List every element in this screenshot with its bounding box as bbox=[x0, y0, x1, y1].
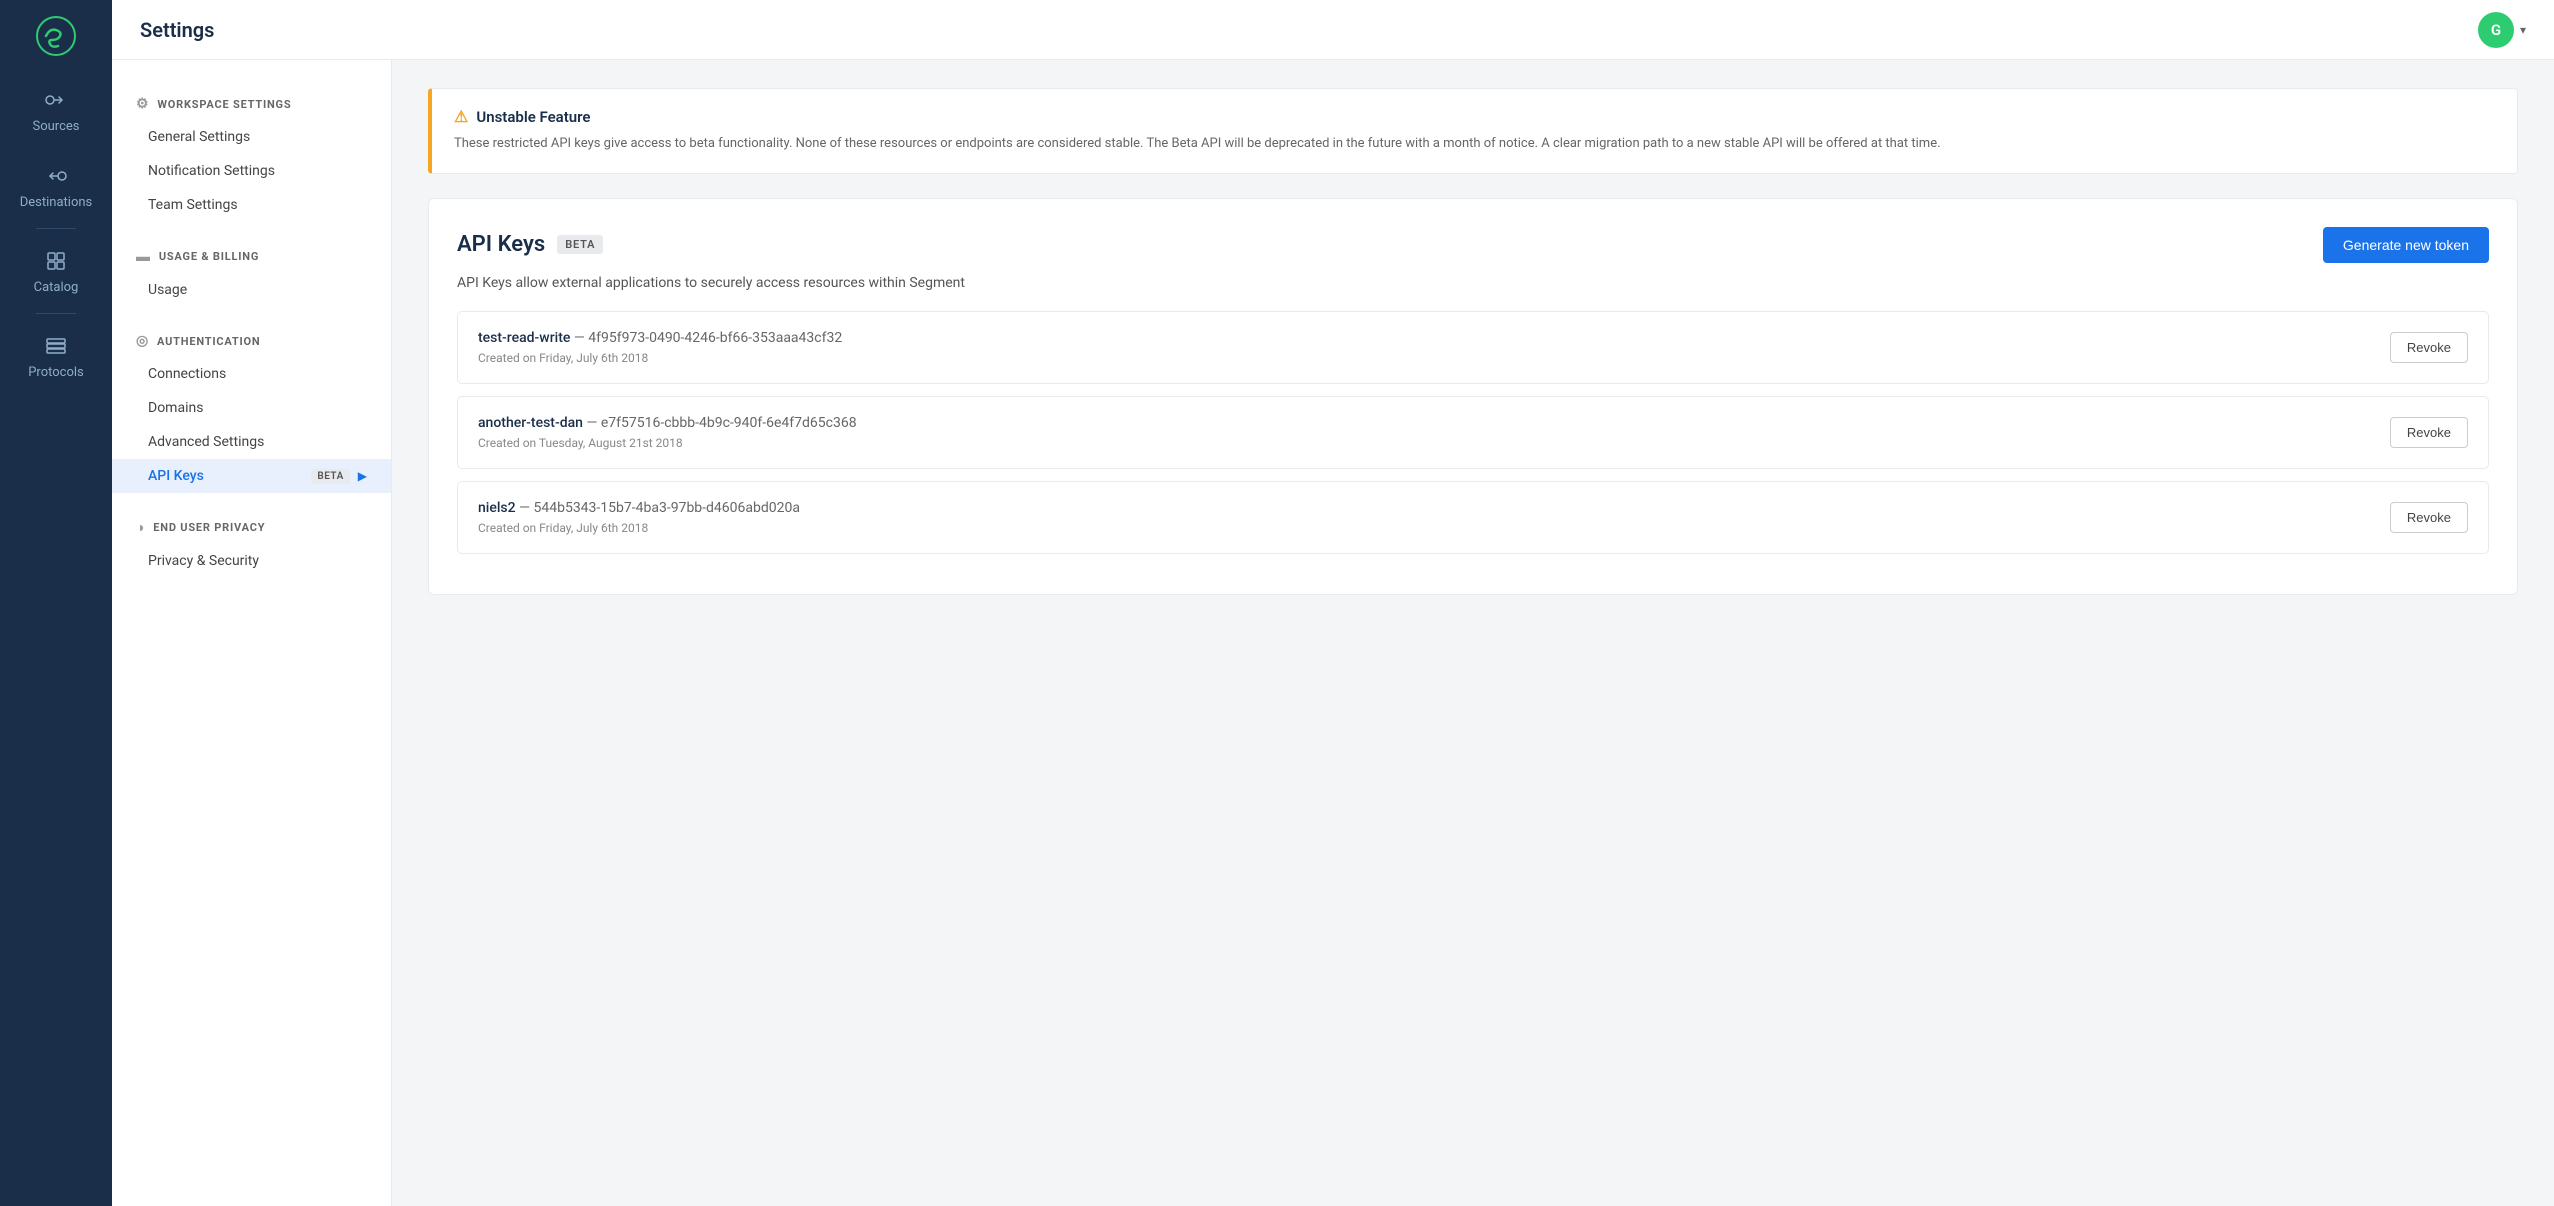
api-keys-title-group: API Keys BETA bbox=[457, 232, 603, 257]
authentication-header: ◎ AUTHENTICATION bbox=[112, 325, 391, 357]
app-logo[interactable] bbox=[0, 0, 112, 72]
api-key-id-2: — e7f57516-cbbb-4b9c-940f-6e4f7d65c368 bbox=[586, 415, 856, 431]
top-header: Settings G ▾ bbox=[112, 0, 2554, 60]
nav-divider-1 bbox=[36, 228, 76, 229]
api-keys-title: API Keys bbox=[457, 232, 545, 257]
sidebar-item-notification-settings[interactable]: Notification Settings bbox=[112, 154, 391, 188]
revoke-button-1[interactable]: Revoke bbox=[2390, 332, 2468, 363]
api-keys-card-beta-badge: BETA bbox=[557, 235, 603, 254]
protocols-icon bbox=[42, 332, 70, 360]
api-key-row-3: niels2 — 544b5343-15b7-4ba3-97bb-d4606ab… bbox=[457, 481, 2489, 554]
sources-icon bbox=[42, 86, 70, 114]
api-key-date-3: Created on Friday, July 6th 2018 bbox=[478, 521, 800, 535]
api-key-date-2: Created on Tuesday, August 21st 2018 bbox=[478, 436, 857, 450]
warning-text: These restricted API keys give access to… bbox=[454, 134, 2495, 155]
user-menu-chevron[interactable]: ▾ bbox=[2520, 23, 2526, 37]
unstable-feature-banner: ⚠ Unstable Feature These restricted API … bbox=[428, 88, 2518, 174]
revoke-button-3[interactable]: Revoke bbox=[2390, 502, 2468, 533]
sources-label: Sources bbox=[33, 119, 80, 134]
warning-triangle-icon: ⚠ bbox=[454, 107, 468, 126]
settings-sidebar: ⚙ WORKSPACE SETTINGS General Settings No… bbox=[112, 60, 392, 1206]
workspace-settings-header: ⚙ WORKSPACE SETTINGS bbox=[112, 88, 391, 120]
shield-icon: ◎ bbox=[136, 333, 149, 349]
nav-divider-2 bbox=[36, 313, 76, 314]
sidebar-item-domains[interactable]: Domains bbox=[112, 391, 391, 425]
catalog-label: Catalog bbox=[34, 280, 79, 295]
privacy-shield-icon: ◑ bbox=[136, 519, 145, 536]
credit-card-icon: ▬ bbox=[136, 248, 151, 265]
api-key-info-2: another-test-dan — e7f57516-cbbb-4b9c-94… bbox=[478, 415, 857, 450]
sidebar-item-advanced-settings[interactable]: Advanced Settings bbox=[112, 425, 391, 459]
api-key-id-3: — 544b5343-15b7-4ba3-97bb-d4606abd020a bbox=[519, 500, 800, 516]
destinations-label: Destinations bbox=[20, 195, 93, 210]
sidebar-item-connections[interactable]: Connections bbox=[112, 357, 391, 391]
protocols-label: Protocols bbox=[28, 365, 84, 380]
sidebar-item-privacy-security[interactable]: Privacy & Security bbox=[112, 544, 391, 578]
sidebar-item-protocols[interactable]: Protocols bbox=[0, 318, 112, 394]
api-keys-card: API Keys BETA Generate new token API Key… bbox=[428, 198, 2518, 595]
gear-icon: ⚙ bbox=[136, 96, 149, 112]
api-key-row-2: another-test-dan — e7f57516-cbbb-4b9c-94… bbox=[457, 396, 2489, 469]
catalog-icon bbox=[42, 247, 70, 275]
main-area: Settings G ▾ ⚙ WORKSPACE SETTINGS Genera… bbox=[112, 0, 2554, 1206]
api-key-date-1: Created on Friday, July 6th 2018 bbox=[478, 351, 842, 365]
sidebar-item-sources[interactable]: Sources bbox=[0, 72, 112, 148]
api-key-info-3: niels2 — 544b5343-15b7-4ba3-97bb-d4606ab… bbox=[478, 500, 800, 535]
user-avatar[interactable]: G bbox=[2478, 12, 2514, 48]
sidebar-item-usage[interactable]: Usage bbox=[112, 273, 391, 307]
api-keys-beta-badge: BETA bbox=[311, 469, 349, 484]
api-key-name-1: test-read-write — 4f95f973-0490-4246-bf6… bbox=[478, 330, 842, 346]
end-user-privacy-header: ◑ END USER PRIVACY bbox=[112, 511, 391, 544]
active-arrow-icon: ▶ bbox=[358, 469, 367, 483]
left-navigation: Sources Destinations Catalog bbox=[0, 0, 112, 1206]
sidebar-item-general-settings[interactable]: General Settings bbox=[112, 120, 391, 154]
page-title: Settings bbox=[140, 18, 214, 42]
api-keys-description: API Keys allow external applications to … bbox=[457, 275, 2489, 291]
usage-billing-header: ▬ USAGE & BILLING bbox=[112, 240, 391, 273]
sidebar-item-api-keys[interactable]: API Keys BETA ▶ bbox=[112, 459, 391, 493]
warning-title: ⚠ Unstable Feature bbox=[454, 107, 2495, 126]
sidebar-item-destinations[interactable]: Destinations bbox=[0, 148, 112, 224]
content-area: ⚙ WORKSPACE SETTINGS General Settings No… bbox=[112, 60, 2554, 1206]
main-content: ⚠ Unstable Feature These restricted API … bbox=[392, 60, 2554, 1206]
generate-new-token-button[interactable]: Generate new token bbox=[2323, 227, 2489, 263]
api-key-id-1: — 4f95f973-0490-4246-bf66-353aaa43cf32 bbox=[574, 330, 842, 346]
api-key-name-2: another-test-dan — e7f57516-cbbb-4b9c-94… bbox=[478, 415, 857, 431]
api-keys-header: API Keys BETA Generate new token bbox=[457, 227, 2489, 263]
revoke-button-2[interactable]: Revoke bbox=[2390, 417, 2468, 448]
api-key-info-1: test-read-write — 4f95f973-0490-4246-bf6… bbox=[478, 330, 842, 365]
sidebar-item-catalog[interactable]: Catalog bbox=[0, 233, 112, 309]
header-right: G ▾ bbox=[2478, 12, 2526, 48]
destinations-icon bbox=[42, 162, 70, 190]
sidebar-item-team-settings[interactable]: Team Settings bbox=[112, 188, 391, 222]
api-key-row-1: test-read-write — 4f95f973-0490-4246-bf6… bbox=[457, 311, 2489, 384]
api-key-name-3: niels2 — 544b5343-15b7-4ba3-97bb-d4606ab… bbox=[478, 500, 800, 516]
